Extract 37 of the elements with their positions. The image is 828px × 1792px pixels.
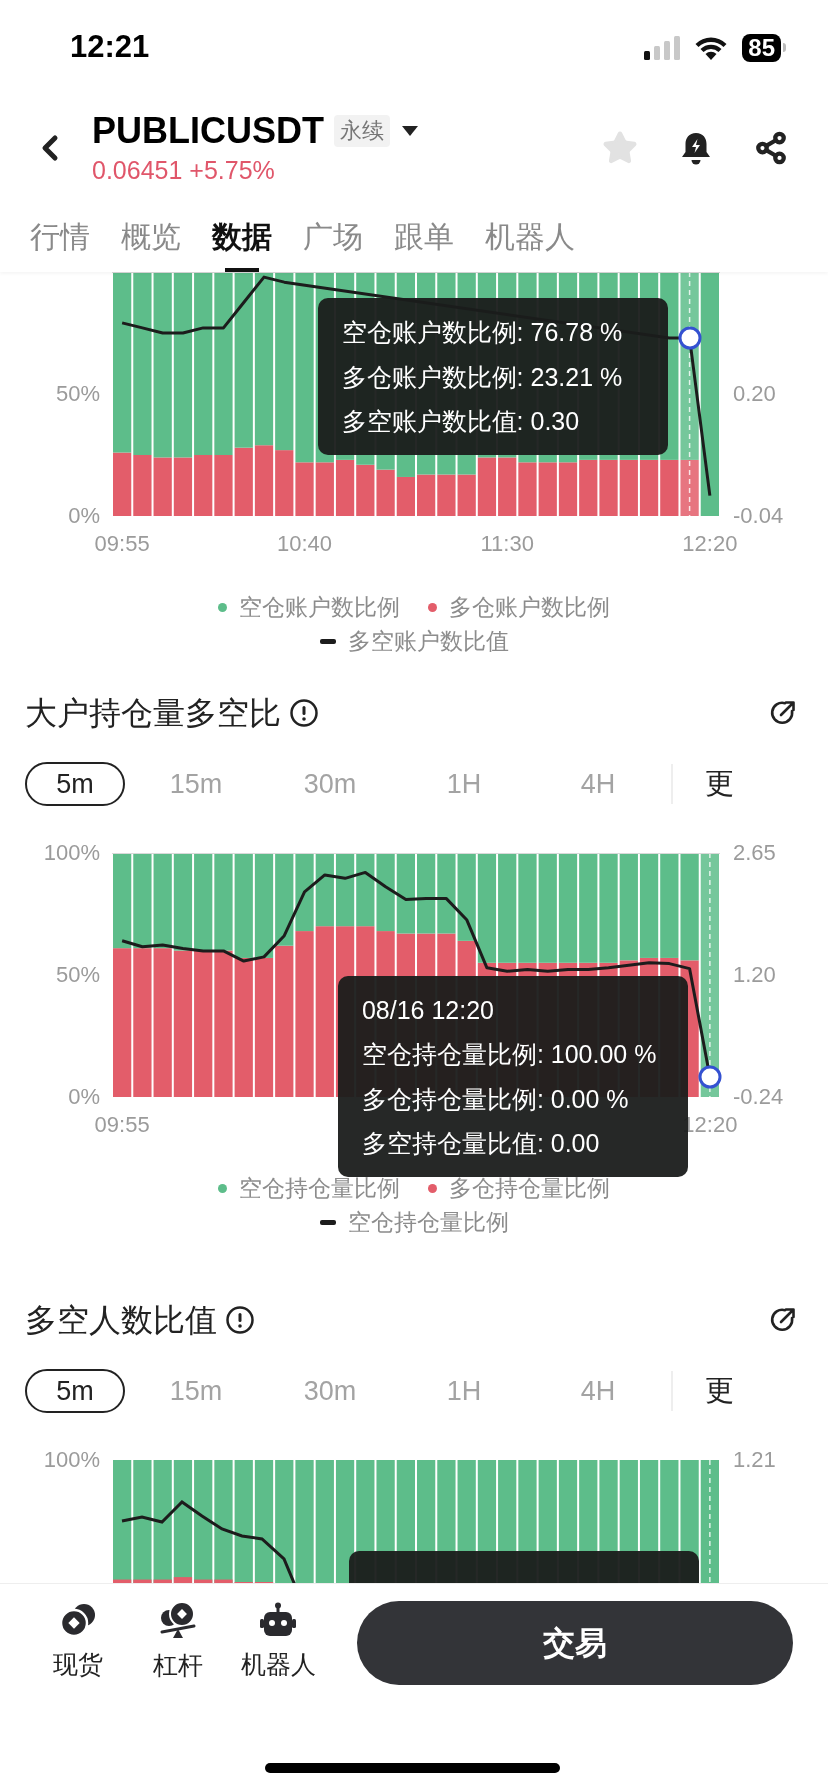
axis-label: 10:40 [277, 530, 333, 558]
legend-label: 空仓持仓量比例 [347, 1207, 509, 1237]
tooltip-text: 多空持仓量比值: 0.00 [361, 1128, 601, 1159]
axis-label: 2.65 [733, 839, 776, 867]
axis-label: 0% [67, 502, 100, 530]
section-title: 多空人数比值 [25, 1301, 217, 1340]
legend-label: 空仓账户数比例 [239, 592, 400, 622]
axis-label: 09:55 [94, 530, 150, 558]
axis-label: 11:30 [480, 530, 534, 558]
symbol-title: PUBLICUSDT [92, 108, 324, 153]
axis-label: 0% [67, 1083, 100, 1111]
tooltip-date: 08/16 12:20 [361, 995, 495, 1026]
legend-label: 空仓持仓量比例 [239, 1173, 400, 1203]
axis-label: 50% [54, 380, 100, 408]
contract-badge: 永续 [334, 114, 390, 147]
tooltip-text: 多仓账户数比例: 23.21 % [341, 361, 624, 393]
tooltip-text: 多空账户数比值: 0.30 [341, 406, 581, 437]
axis-label: 100% [42, 839, 100, 867]
axis-label: 0.20 [733, 380, 776, 408]
section-title: 大户持仓量多空比 [25, 694, 281, 733]
status-time: 12:21 [70, 28, 150, 67]
legend-label: 多仓账户数比例 [449, 592, 610, 622]
axis-label: 09:55 [94, 1111, 150, 1139]
axis-label: -0.24 [733, 1083, 784, 1111]
tooltip-text: 空仓账户数比例: 76.78 % [341, 317, 624, 348]
legend-label: 多空账户数比值 [347, 626, 509, 656]
axis-label: 1.21 [733, 1446, 776, 1474]
tooltip-text: 空仓持仓量比例: 100.00 % [361, 1039, 658, 1070]
axis-label: 100% [42, 1446, 100, 1474]
axis-label: 50% [54, 961, 100, 989]
battery-level: 85 [742, 33, 781, 62]
tooltip-text: 多仓持仓量比例: 0.00 % [361, 1083, 630, 1115]
price-change: 0.06451 +5.75% [92, 154, 276, 186]
axis-label: 12:20 [682, 530, 738, 558]
axis-label: 1.20 [733, 961, 776, 990]
legend-label: 多仓持仓量比例 [449, 1173, 610, 1203]
axis-label: -0.04 [733, 502, 784, 530]
